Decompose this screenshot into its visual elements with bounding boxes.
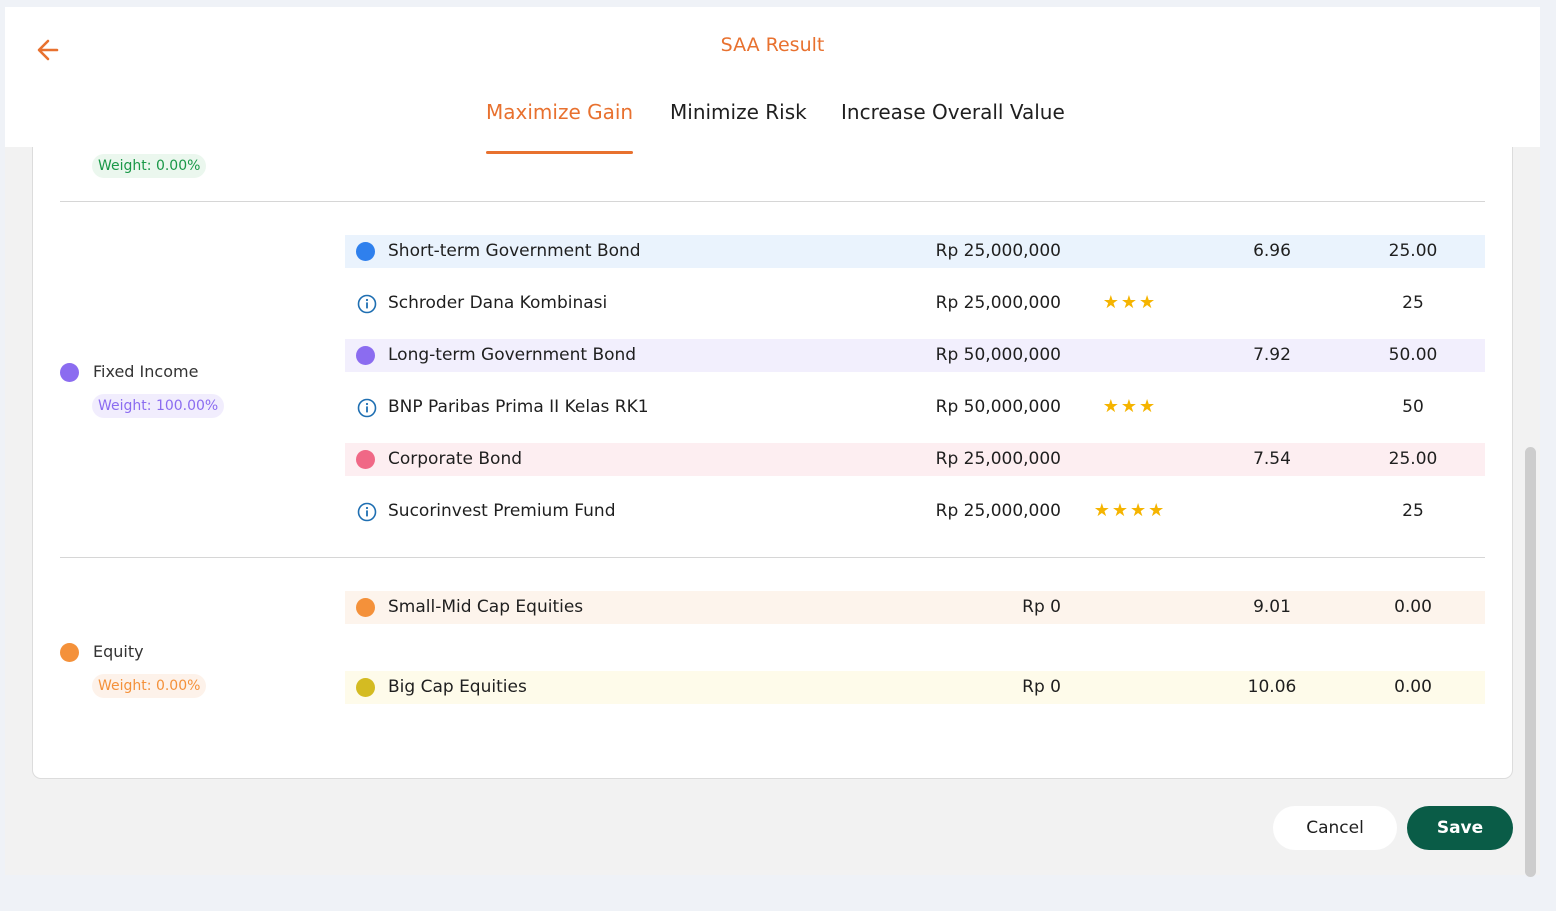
scrollbar-thumb[interactable] (1525, 447, 1536, 877)
tab-increase-overall-value[interactable]: Increase Overall Value (841, 100, 1065, 124)
category-dot (356, 242, 375, 261)
category-name: Long-term Government Bond (388, 345, 637, 365)
tab-minimize-risk[interactable]: Minimize Risk (670, 100, 807, 124)
expected-return: 7.92 (1253, 345, 1291, 365)
allocation-percent: 50 (1402, 397, 1424, 417)
fund-name[interactable]: BNP Paribas Prima II Kelas RK1 (388, 397, 649, 417)
table-row-small-mid-cap-equities: Small-Mid Cap Equities Rp 0 9.01 0.00 (345, 591, 1485, 624)
allocation-percent: 25.00 (1388, 241, 1438, 261)
allocation-percent: 50.00 (1388, 345, 1438, 365)
category-name: Big Cap Equities (388, 677, 527, 697)
star-icon-rating: ★★★ (1102, 396, 1158, 417)
category-dot (356, 678, 375, 697)
amount: Rp 25,000,000 (935, 293, 1061, 313)
fixed-income-weight-badge: Weight: 100.00% (92, 394, 225, 418)
amount: Rp 0 (1022, 677, 1061, 697)
equity-dot (60, 643, 79, 662)
amount: Rp 50,000,000 (935, 397, 1061, 417)
equity-weight-badge: Weight: 0.00% (92, 674, 207, 698)
table-row-corporate-bond: Corporate Bond Rp 25,000,000 7.54 25.00 (345, 443, 1485, 476)
allocation-percent: 0.00 (1394, 597, 1432, 617)
strategy-tabs: Maximize Gain Minimize Risk Increase Ove… (5, 100, 1540, 154)
expected-return: 10.06 (1247, 677, 1297, 697)
category-name: Short-term Government Bond (388, 241, 641, 261)
amount: Rp 0 (1022, 597, 1061, 617)
category-name: Small-Mid Cap Equities (388, 597, 584, 617)
info-icon[interactable] (357, 294, 377, 314)
star-icon-rating: ★★★ (1102, 292, 1158, 313)
info-icon[interactable] (357, 398, 377, 418)
divider (60, 557, 1485, 558)
fund-name[interactable]: Schroder Dana Kombinasi (388, 293, 607, 313)
fund-name[interactable]: Sucorinvest Premium Fund (388, 501, 615, 521)
category-dot (356, 346, 375, 365)
allocation-percent: 25 (1402, 293, 1424, 313)
weight-badge-top: Weight: 0.00% (92, 154, 207, 178)
expected-return: 6.96 (1253, 241, 1291, 261)
amount: Rp 25,000,000 (935, 449, 1061, 469)
table-row-long-term-government-bond: Long-term Government Bond Rp 50,000,000 … (345, 339, 1485, 372)
category-dot (356, 598, 375, 617)
fixed-income-dot (60, 363, 79, 382)
table-row-short-term-government-bond: Short-term Government Bond Rp 25,000,000… (345, 235, 1485, 268)
table-row-bnp-paribas-prima-ii: BNP Paribas Prima II Kelas RK1 Rp 50,000… (345, 391, 1485, 424)
page-title: SAA Result (720, 34, 825, 56)
amount: Rp 50,000,000 (935, 345, 1061, 365)
table-row-sucorinvest-premium-fund: Sucorinvest Premium Fund Rp 25,000,000 ★… (345, 495, 1485, 528)
divider (60, 201, 1485, 202)
table-row-schroder-dana-kombinasi: Schroder Dana Kombinasi Rp 25,000,000 ★★… (345, 287, 1485, 320)
modal-header: SAA Result Maximize Gain Minimize Risk I… (5, 7, 1540, 154)
allocation-percent: 25 (1402, 501, 1424, 521)
expected-return: 7.54 (1253, 449, 1291, 469)
star-icon-rating: ★★★★ (1093, 500, 1167, 521)
save-button[interactable]: Save (1407, 806, 1513, 850)
info-icon[interactable] (357, 502, 377, 522)
category-dot (356, 450, 375, 469)
amount: Rp 25,000,000 (935, 241, 1061, 261)
category-name: Corporate Bond (388, 449, 523, 469)
table-row-big-cap-equities: Big Cap Equities Rp 0 10.06 0.00 (345, 671, 1485, 704)
expected-return: 9.01 (1253, 597, 1291, 617)
fixed-income-label: Fixed Income (93, 362, 199, 381)
amount: Rp 25,000,000 (935, 501, 1061, 521)
allocation-percent: 0.00 (1394, 677, 1432, 697)
cancel-button[interactable]: Cancel (1273, 806, 1397, 850)
equity-label: Equity (93, 642, 144, 661)
allocation-percent: 25.00 (1388, 449, 1438, 469)
tab-maximize-gain[interactable]: Maximize Gain (486, 100, 634, 154)
